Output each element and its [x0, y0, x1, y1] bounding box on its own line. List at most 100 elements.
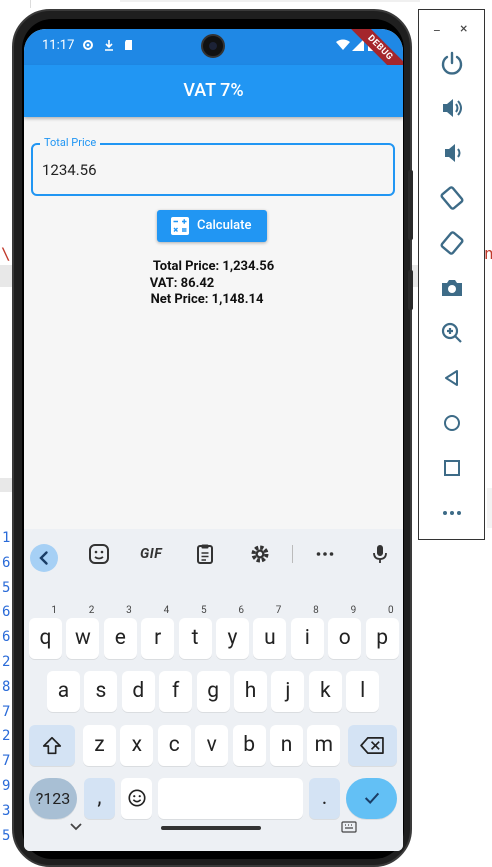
done-key[interactable] [346, 778, 397, 819]
key-o[interactable]: o9 [328, 605, 362, 659]
key-r[interactable]: r4 [141, 605, 175, 659]
volume-up-icon[interactable] [437, 93, 467, 123]
key-hint: 5 [200, 605, 207, 616]
shift-key[interactable] [29, 725, 75, 766]
line-number: 6 [2, 629, 11, 646]
key-w[interactable]: w2 [66, 605, 100, 659]
line-number: 6 [2, 554, 11, 571]
editor-line-numbers: 1 6 5 6 6 2 8 7 2 7 9 3 5 [2, 526, 10, 848]
key-h[interactable]: h [234, 671, 267, 712]
key-hint: 1 [51, 605, 57, 616]
comma-key[interactable]: , [84, 778, 115, 819]
backspace-key[interactable] [348, 725, 397, 766]
key-label: y [227, 626, 238, 650]
key-hint: 9 [350, 605, 357, 616]
keyboard-switch-icon[interactable] [341, 821, 357, 833]
clipboard-icon[interactable] [194, 543, 216, 565]
close-button[interactable]: × [460, 21, 467, 37]
key-s[interactable]: s [84, 671, 118, 712]
chevron-down-icon[interactable] [69, 822, 83, 832]
app-title: VAT 7% [183, 80, 244, 101]
phone-side-button [408, 270, 413, 310]
key-n[interactable]: n [270, 725, 303, 766]
key-p[interactable]: p0 [365, 605, 399, 659]
status-time: 11:17 [42, 38, 75, 53]
key-hint: 8 [313, 605, 319, 616]
front-camera [201, 34, 225, 58]
overview-icon[interactable] [437, 453, 467, 483]
more-icon[interactable] [437, 498, 467, 528]
home-indicator[interactable] [161, 826, 261, 830]
symbols-key[interactable]: ?123 [29, 778, 77, 819]
total-price-field[interactable]: Total Price 1234.56 [31, 136, 395, 196]
key-k[interactable]: k [308, 671, 342, 712]
checkmark-icon [364, 792, 379, 804]
key-j[interactable]: j [271, 671, 305, 712]
key-a[interactable]: a [47, 671, 80, 712]
microphone-icon[interactable] [369, 543, 391, 565]
line-number: 2 [2, 728, 11, 745]
navigation-bar [24, 819, 403, 851]
result-vat: VAT: 86.42 [149, 275, 215, 291]
settings-status-icon [83, 40, 93, 50]
key-c[interactable]: c [157, 725, 191, 766]
gif-button[interactable]: GIF [140, 546, 162, 562]
soft-keyboard: GIF ?123 , . q 1 w 2 e 3 r 4 t 5 y 6 u 7… [24, 529, 403, 851]
line-number: 8 [2, 678, 11, 695]
result-net-price: Net Price: 1,148.14 [150, 292, 264, 307]
key-label: i [304, 626, 310, 650]
volume-down-icon[interactable] [437, 138, 467, 168]
line-number: 3 [2, 802, 11, 819]
key-l[interactable]: l [346, 671, 380, 712]
key-label: t [191, 626, 199, 650]
more-horizontal-icon[interactable] [314, 543, 336, 565]
line-number: 1 [2, 530, 11, 546]
editor-char: n [484, 244, 492, 263]
key-label: q [39, 626, 52, 650]
key-q[interactable]: q1 [29, 605, 62, 659]
zoom-icon[interactable] [437, 318, 467, 348]
toolbar-divider [292, 545, 293, 563]
key-d[interactable]: d [121, 671, 155, 712]
rotate-left-icon[interactable] [437, 183, 467, 213]
period-key[interactable]: . [309, 778, 340, 819]
key-t[interactable]: t5 [178, 605, 212, 659]
key-v[interactable]: v [195, 725, 229, 766]
phone-side-button [408, 170, 413, 240]
editor-divider [30, 0, 31, 8]
chevron-left-icon [39, 551, 48, 565]
emoji-key[interactable] [121, 778, 152, 819]
key-label: u [264, 626, 276, 650]
key-label: p [376, 626, 388, 650]
space-key[interactable] [158, 778, 303, 819]
line-number: 5 [2, 827, 11, 844]
gear-icon[interactable] [249, 543, 271, 565]
key-i[interactable]: i8 [290, 605, 324, 659]
key-b[interactable]: b [232, 725, 266, 766]
key-label: e [114, 626, 126, 650]
backspace-icon [360, 737, 384, 754]
shift-icon [42, 736, 62, 755]
calculate-label: Calculate [197, 218, 252, 233]
back-icon[interactable] [437, 363, 467, 393]
key-u[interactable]: u7 [253, 605, 287, 659]
key-x[interactable]: x [120, 725, 154, 766]
key-m[interactable]: m [307, 725, 341, 766]
key-f[interactable]: f [159, 671, 193, 712]
sticker-icon[interactable] [88, 543, 110, 565]
calculate-button[interactable]: Calculate [157, 210, 267, 242]
total-price-input[interactable]: 1234.56 [42, 161, 97, 179]
editor-highlight-band [0, 265, 12, 287]
key-e[interactable]: e3 [103, 605, 137, 659]
power-icon[interactable] [437, 48, 467, 78]
rotate-right-icon[interactable] [437, 228, 467, 258]
key-y[interactable]: y6 [216, 605, 249, 659]
home-icon[interactable] [437, 408, 467, 438]
keyboard-collapse-button[interactable] [30, 544, 58, 572]
minimize-button[interactable]: – [433, 24, 441, 38]
key-z[interactable]: z [83, 725, 116, 766]
key-label: r [154, 626, 162, 650]
key-g[interactable]: g [196, 671, 230, 712]
key-label: w [75, 626, 91, 650]
camera-icon[interactable] [437, 273, 467, 303]
